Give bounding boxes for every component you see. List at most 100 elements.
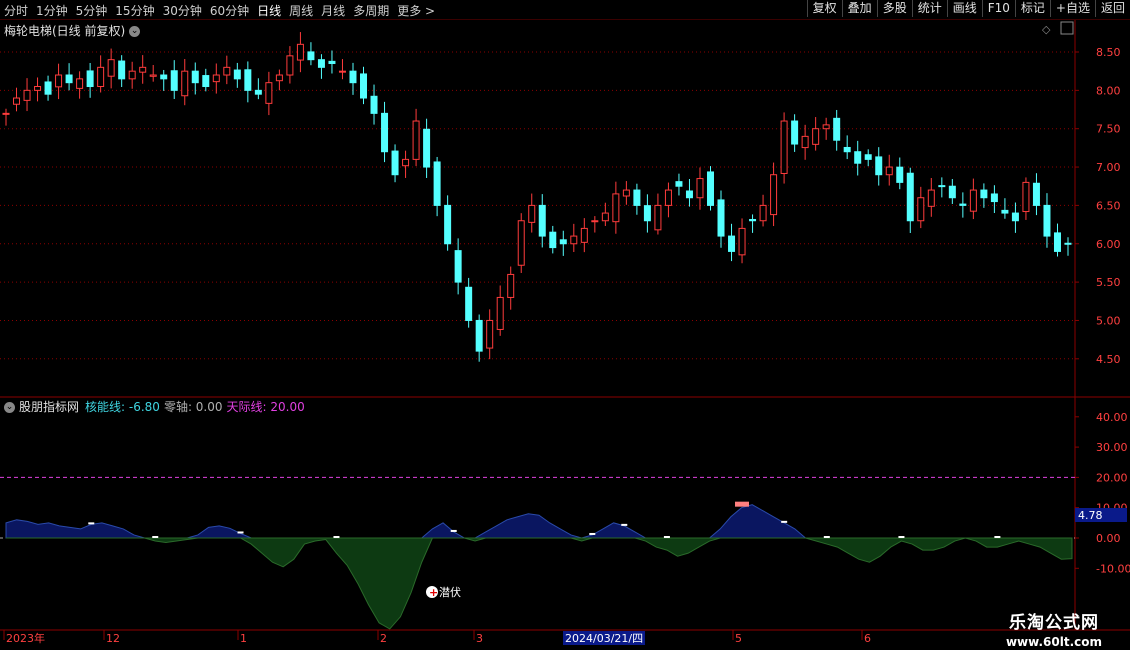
indicator-tick-label: 30.00 bbox=[1096, 441, 1128, 454]
candle-body bbox=[864, 154, 872, 160]
price-tick-label: 6.00 bbox=[1096, 238, 1121, 251]
candle-body bbox=[128, 70, 136, 80]
candle-body bbox=[875, 156, 883, 176]
candle-body bbox=[433, 161, 441, 206]
time-label: 1 bbox=[240, 632, 247, 645]
candle-body bbox=[486, 319, 494, 349]
candle-body bbox=[591, 220, 599, 223]
candle-body bbox=[833, 117, 841, 141]
candle-body bbox=[1022, 181, 1030, 213]
candle-body bbox=[759, 204, 767, 222]
candle-body bbox=[370, 95, 378, 114]
candle-body bbox=[906, 172, 914, 222]
candle-body bbox=[44, 81, 52, 95]
candle-body bbox=[801, 135, 809, 149]
candle-body bbox=[896, 166, 904, 183]
current-value-text: 4.78 bbox=[1078, 509, 1103, 522]
candle-body bbox=[706, 171, 714, 206]
candle-body bbox=[917, 197, 925, 222]
candle-body bbox=[1053, 232, 1061, 252]
diamond-icon: ◇ bbox=[1042, 23, 1051, 36]
candle-body bbox=[938, 185, 946, 188]
candle-body bbox=[317, 59, 325, 68]
candle-body bbox=[675, 181, 683, 187]
signal-label: 潜伏 bbox=[439, 585, 461, 599]
candle-body bbox=[570, 235, 578, 245]
candle-body bbox=[728, 235, 736, 252]
price-tick-label: 8.50 bbox=[1096, 46, 1121, 59]
candle-body bbox=[97, 66, 105, 88]
core-marker bbox=[621, 523, 628, 526]
candle-body bbox=[338, 70, 346, 73]
core-line-value: 核能线: -6.80 bbox=[85, 400, 160, 414]
plus-icon: + bbox=[429, 586, 438, 599]
time-label: 6 bbox=[864, 632, 871, 645]
time-label: 3 bbox=[476, 632, 483, 645]
core-marker bbox=[663, 536, 670, 538]
candle-body bbox=[55, 74, 63, 88]
sky-line-value: 天际线: 20.00 bbox=[226, 400, 305, 414]
price-tick-label: 6.50 bbox=[1096, 199, 1121, 212]
candle-body bbox=[664, 189, 672, 206]
candle-body bbox=[601, 212, 609, 222]
candle-body bbox=[990, 193, 998, 203]
candle-body bbox=[233, 69, 241, 80]
candle-body bbox=[770, 174, 778, 216]
price-tick-label: 8.00 bbox=[1096, 84, 1121, 97]
candle-body bbox=[1043, 204, 1051, 237]
candle-body bbox=[496, 296, 504, 330]
candle-body bbox=[696, 178, 704, 199]
candle-body bbox=[254, 89, 262, 95]
candle-body bbox=[170, 70, 178, 91]
core-marker bbox=[152, 536, 159, 538]
indicator-tick-label: 0.00 bbox=[1096, 532, 1121, 545]
candle-body bbox=[717, 199, 725, 237]
candle-body bbox=[160, 74, 168, 80]
candle-body bbox=[454, 250, 462, 283]
candle-body bbox=[223, 66, 231, 76]
candle-body bbox=[2, 112, 10, 115]
core-marker bbox=[450, 529, 457, 532]
core-marker bbox=[781, 520, 788, 523]
candle-body bbox=[507, 273, 515, 298]
candle-body bbox=[812, 128, 820, 145]
candle-body bbox=[1001, 209, 1009, 214]
candle-body bbox=[76, 78, 84, 89]
candle-body bbox=[391, 150, 399, 176]
candle-body bbox=[202, 75, 210, 88]
core-marker bbox=[994, 536, 1001, 538]
candle-body bbox=[444, 204, 452, 245]
candle-body bbox=[191, 70, 199, 84]
candle-body bbox=[927, 189, 935, 207]
candle-body bbox=[528, 204, 536, 223]
candle-body bbox=[86, 70, 94, 88]
candle-body bbox=[517, 220, 525, 266]
candle-body bbox=[980, 189, 988, 199]
candle-body bbox=[412, 120, 420, 160]
candle-body bbox=[738, 227, 746, 256]
candle-body bbox=[296, 43, 304, 61]
core-line-positive-area bbox=[5, 504, 1072, 539]
candle-body bbox=[465, 286, 473, 321]
indicator-tick-label: -10.00 bbox=[1096, 562, 1130, 575]
window-toggle-icon bbox=[1060, 21, 1074, 35]
candle-body bbox=[244, 69, 252, 91]
candle-body bbox=[265, 82, 273, 104]
cursor-date-text: 2024/03/21/四 bbox=[565, 632, 643, 645]
candle-body bbox=[149, 74, 157, 77]
chevron-down-icon[interactable]: ⌄ bbox=[4, 402, 15, 413]
candle-body bbox=[549, 231, 557, 249]
candle-body bbox=[212, 74, 220, 83]
watermark-line2: www.60lt.com bbox=[1005, 635, 1102, 649]
candle-body bbox=[969, 189, 977, 212]
time-label: 12 bbox=[106, 632, 120, 645]
candle-body bbox=[107, 59, 115, 77]
candle-body bbox=[1064, 242, 1072, 245]
candle-body bbox=[749, 218, 757, 222]
price-tick-label: 7.50 bbox=[1096, 123, 1121, 136]
candle-body bbox=[654, 204, 662, 231]
time-label: 2023年 bbox=[6, 631, 45, 645]
kline-chart[interactable]: ◇ 8.50 8.00 7.50 7.00 6.50 6.00 5.50 5.00 4.50 40.… bbox=[0, 0, 1130, 650]
candle-body bbox=[559, 239, 567, 245]
candle-body bbox=[34, 86, 42, 91]
